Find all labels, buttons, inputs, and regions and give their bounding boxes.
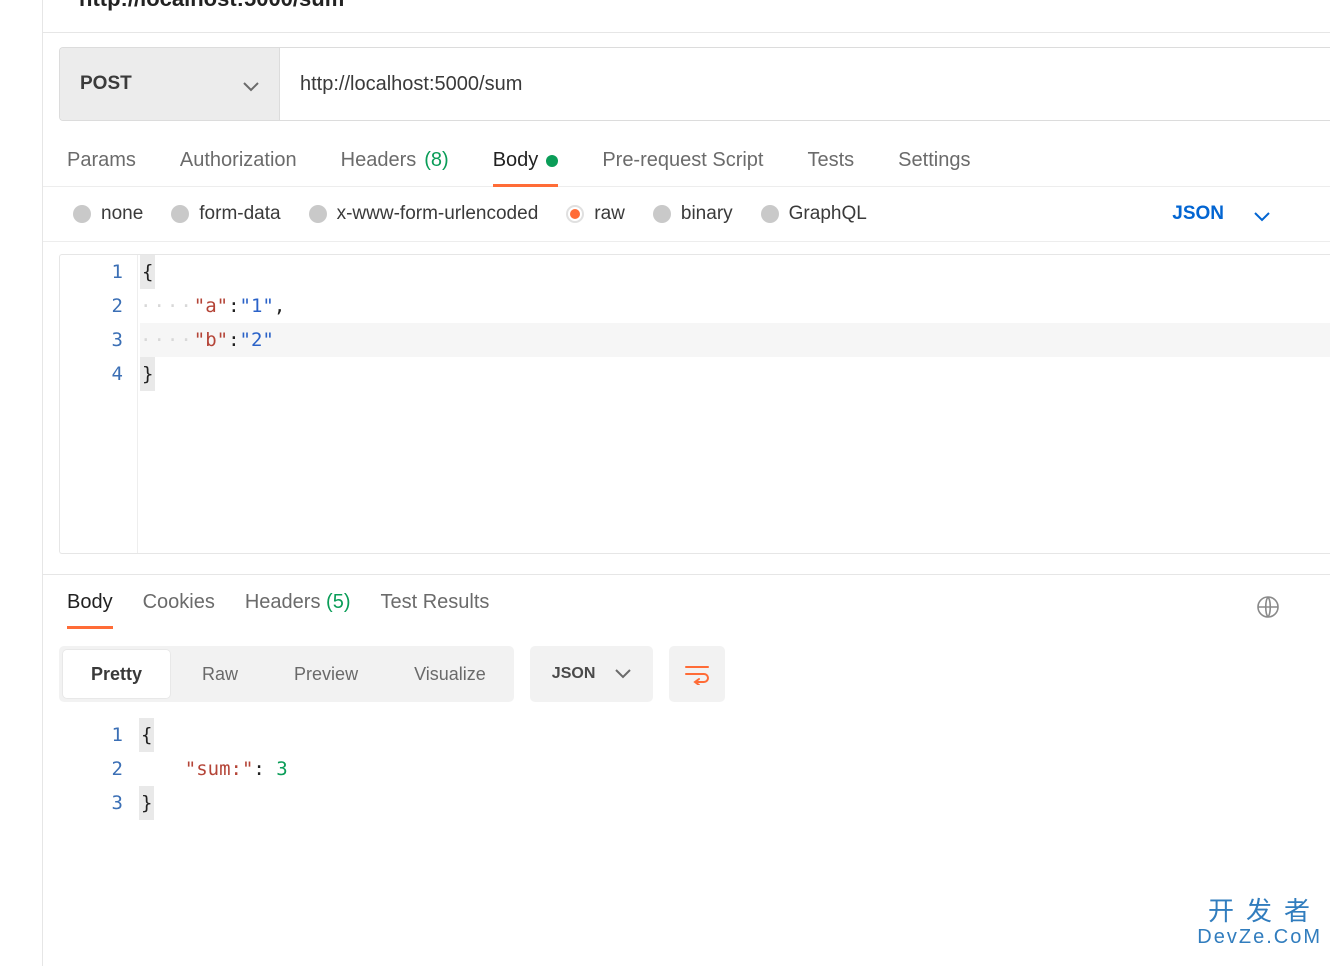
tab-body-label: Body — [493, 149, 539, 172]
body-type-raw-label: raw — [594, 203, 625, 225]
request-url-input[interactable] — [280, 48, 1330, 120]
response-tab-body[interactable]: Body — [67, 591, 113, 628]
radio-icon — [566, 205, 584, 223]
tab-authorization[interactable]: Authorization — [180, 149, 297, 186]
http-method-label: POST — [80, 73, 132, 95]
chevron-down-icon — [1254, 206, 1270, 222]
body-type-selector: none form-data x-www-form-urlencoded raw… — [43, 187, 1330, 242]
response-format-select[interactable]: JSON — [530, 646, 654, 702]
body-type-form-data-label: form-data — [199, 203, 280, 225]
raw-format-label: JSON — [1172, 203, 1224, 225]
tab-prerequest-script[interactable]: Pre-request Script — [602, 149, 763, 186]
request-name-truncated: http://localhost:5000/sum — [43, 0, 1330, 18]
watermark: 开发者 DevZe.CoM — [1197, 897, 1322, 948]
tab-headers[interactable]: Headers (8) — [341, 149, 449, 186]
response-format-label: JSON — [552, 665, 596, 683]
request-bar: POST — [59, 47, 1330, 121]
view-pretty[interactable]: Pretty — [63, 650, 170, 698]
response-tabs: Body Cookies Headers (5) Test Results — [43, 575, 1330, 628]
tab-params[interactable]: Params — [67, 149, 136, 186]
body-type-raw[interactable]: raw — [566, 203, 625, 225]
chevron-down-icon — [615, 666, 631, 682]
request-tabs: Params Authorization Headers (8) Body Pr… — [43, 135, 1330, 187]
response-tab-headers-count: (5) — [326, 591, 350, 613]
radio-icon — [309, 205, 327, 223]
response-tab-headers[interactable]: Headers (5) — [245, 591, 351, 628]
code-area[interactable]: { "sum:": 3 } — [137, 718, 1330, 820]
http-method-select[interactable]: POST — [60, 48, 280, 120]
body-type-urlencoded-label: x-www-form-urlencoded — [337, 203, 539, 225]
radio-icon — [73, 205, 91, 223]
response-section: Body Cookies Headers (5) Test Results Pr… — [43, 574, 1330, 820]
body-type-none[interactable]: none — [73, 203, 143, 225]
request-body-editor[interactable]: 1 2 3 4 { ····"a":"1", ····"b":"2" } — [59, 254, 1330, 554]
radio-icon — [171, 205, 189, 223]
tab-settings[interactable]: Settings — [898, 149, 970, 186]
body-type-graphql[interactable]: GraphQL — [761, 203, 867, 225]
chevron-down-icon — [243, 76, 259, 92]
tab-headers-count: (8) — [424, 149, 448, 172]
body-type-binary-label: binary — [681, 203, 733, 225]
body-type-binary[interactable]: binary — [653, 203, 733, 225]
body-indicator-dot — [546, 155, 558, 167]
response-tab-headers-label: Headers — [245, 591, 321, 613]
line-gutter: 1 2 3 — [59, 718, 137, 820]
tab-tests[interactable]: Tests — [807, 149, 854, 186]
divider — [43, 32, 1330, 33]
radio-icon — [653, 205, 671, 223]
body-type-graphql-label: GraphQL — [789, 203, 867, 225]
view-preview[interactable]: Preview — [266, 646, 386, 702]
code-area[interactable]: { ····"a":"1", ····"b":"2" } — [138, 255, 1330, 553]
radio-icon — [761, 205, 779, 223]
body-type-urlencoded[interactable]: x-www-form-urlencoded — [309, 203, 539, 225]
response-view-controls: Pretty Raw Preview Visualize JSON — [43, 628, 1330, 702]
response-body-editor[interactable]: 1 2 3 { "sum:": 3 } — [59, 718, 1330, 820]
response-view-segments: Pretty Raw Preview Visualize — [59, 646, 514, 702]
response-tab-test-results[interactable]: Test Results — [380, 591, 489, 628]
tab-headers-label: Headers — [341, 149, 417, 172]
tab-body[interactable]: Body — [493, 149, 559, 186]
body-type-form-data[interactable]: form-data — [171, 203, 280, 225]
view-visualize[interactable]: Visualize — [386, 646, 514, 702]
raw-format-select[interactable]: JSON — [1172, 203, 1270, 225]
view-raw[interactable]: Raw — [174, 646, 266, 702]
globe-icon[interactable] — [1256, 595, 1306, 625]
line-wrap-button[interactable] — [669, 646, 725, 702]
line-gutter: 1 2 3 4 — [60, 255, 138, 553]
response-tab-cookies[interactable]: Cookies — [143, 591, 215, 628]
body-type-none-label: none — [101, 203, 143, 225]
